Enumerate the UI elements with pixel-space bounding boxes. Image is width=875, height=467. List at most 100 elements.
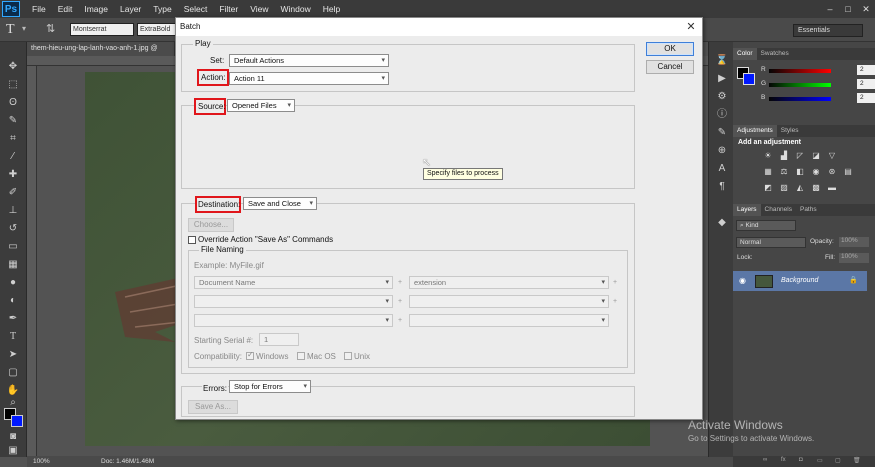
compat-unix-checkbox[interactable] [344,352,352,360]
lasso-tool-icon[interactable]: ʘ [6,96,20,109]
layer-filter-select[interactable]: ⌕ Kind [736,220,796,231]
tool-preset-chevron-icon[interactable]: ▾ [22,24,26,33]
document-tab[interactable]: them-hieu-ung-lap-lanh-vao-anh-1.jpg @ [27,42,175,56]
channel-mixer-icon[interactable]: ⊛ [827,167,837,176]
character-panel-icon[interactable]: A [715,162,729,175]
save-as-button[interactable]: Save As... [188,400,238,414]
marquee-tool-icon[interactable]: ⬚ [6,78,20,91]
layer-name[interactable]: Background [781,277,818,284]
set-select[interactable]: Default Actions ▾ [229,54,389,67]
tab-layers[interactable]: Layers [733,204,761,216]
minimize-icon[interactable]: – [821,4,839,14]
menu-edit[interactable]: Edit [52,4,79,14]
compat-windows-checkbox[interactable] [246,350,254,360]
threshold-icon[interactable]: ◭ [795,183,805,192]
file-name-select-5[interactable]: ▾ [194,314,393,327]
override-save-as-checkbox[interactable] [188,236,196,244]
crop-tool-icon[interactable]: ⌗ [6,132,20,145]
maximize-icon[interactable]: □ [839,4,857,14]
menu-help[interactable]: Help [317,4,346,14]
eye-icon[interactable]: ◉ [739,276,746,285]
fill-value[interactable]: 100% [839,253,869,263]
new-layer-icon[interactable]: ▢ [835,457,841,464]
tab-paths[interactable]: Paths [796,204,821,216]
font-style-select[interactable]: ExtraBold [137,23,177,36]
selective-color-icon[interactable]: ▩ [811,183,821,192]
eraser-tool-icon[interactable]: ▭ [6,240,20,253]
trash-icon[interactable]: 🗑 [853,457,861,464]
layer-style-icon[interactable]: fx [781,457,786,463]
actions-panel-icon[interactable]: ▶ [715,72,729,85]
quick-select-tool-icon[interactable]: ✎ [6,114,20,127]
cancel-button[interactable]: Cancel [646,60,694,74]
text-tool-icon[interactable]: T [6,330,20,343]
menu-layer[interactable]: Layer [114,4,147,14]
color-balance-icon[interactable]: ⚖ [779,167,789,176]
tab-styles[interactable]: Styles [777,125,803,137]
gradient-tool-icon[interactable]: ▦ [6,258,20,271]
stamp-tool-icon[interactable]: ⊥ [6,204,20,217]
menu-filter[interactable]: Filter [213,4,244,14]
quick-mask-icon[interactable]: ◙ [6,430,20,443]
shape-tool-icon[interactable]: ▢ [6,366,20,379]
close-window-icon[interactable]: ✕ [857,4,875,15]
file-name-select-4[interactable]: ▾ [409,295,609,308]
tab-channels[interactable]: Channels [761,204,796,216]
posterize-icon[interactable]: ▨ [779,183,789,192]
opacity-value[interactable]: 100% [839,237,869,247]
file-name-select-3[interactable]: ▾ [194,295,393,308]
blend-mode-select[interactable]: Normal [736,237,806,248]
menu-image[interactable]: Image [78,4,114,14]
red-bar[interactable] [769,69,831,73]
dodge-tool-icon[interactable]: ◐ [6,294,20,307]
menu-type[interactable]: Type [147,4,177,14]
history-panel-icon[interactable]: ⌛ [715,54,729,67]
background-color-swatch[interactable] [11,415,23,427]
menu-view[interactable]: View [244,4,274,14]
tab-swatches[interactable]: Swatches [757,48,793,60]
eyedropper-tool-icon[interactable]: ⁄ [6,150,20,163]
ok-button[interactable]: OK [646,42,694,56]
file-name-select-6[interactable]: ▾ [409,314,609,327]
color-lookup-icon[interactable]: ▤ [843,167,853,176]
move-tool-icon[interactable]: ✥ [6,60,20,73]
green-value[interactable]: 2 [857,79,875,89]
choose-button[interactable]: Choose... [188,218,234,232]
starting-serial-input[interactable]: 1 [259,333,299,346]
hue-saturation-icon[interactable]: ▦ [763,167,773,176]
action-select[interactable]: Action 11 ▾ [229,72,389,85]
brightness-icon[interactable]: ☀ [763,151,773,160]
zoom-level[interactable]: 100% [33,456,50,467]
dialog-close-icon[interactable]: ✕ [684,20,698,34]
errors-select[interactable]: Stop for Errors ▾ [229,380,311,393]
compat-mac-checkbox[interactable] [297,352,305,360]
add-mask-icon[interactable]: ◘ [799,457,803,463]
green-slider[interactable]: G 2 [761,79,875,90]
3d-panel-icon[interactable]: ◆ [715,216,729,229]
type-tool-icon[interactable]: T [6,22,15,38]
menu-window[interactable]: Window [274,4,316,14]
file-name-select-2[interactable]: extension ▾ [409,276,609,289]
blue-value[interactable]: 2 [857,93,875,103]
gradient-map-icon[interactable]: ▬ [827,183,837,192]
menu-select[interactable]: Select [178,4,214,14]
link-layers-icon[interactable]: ∞ [763,457,767,463]
exposure-icon[interactable]: ◪ [811,151,821,160]
paragraph-panel-icon[interactable]: ¶ [715,180,729,193]
font-family-select[interactable]: Montserrat [70,23,134,36]
photo-filter-icon[interactable]: ◉ [811,167,821,176]
info-panel-icon[interactable]: ⓘ [715,108,729,121]
vibrance-icon[interactable]: ▽ [827,151,837,160]
tab-adjustments[interactable]: Adjustments [733,125,777,137]
color-bg-swatch[interactable] [743,73,755,85]
workspace-select[interactable]: Essentials [793,24,863,37]
source-select[interactable]: Opened Files ▾ [227,99,295,112]
green-bar[interactable] [769,83,831,87]
path-select-tool-icon[interactable]: ➤ [6,348,20,361]
brush-panel-icon[interactable]: ✎ [715,126,729,139]
red-value[interactable]: 2 [857,65,875,75]
menu-file[interactable]: File [26,4,52,14]
blue-bar[interactable] [769,97,831,101]
file-name-select-1[interactable]: Document Name ▾ [194,276,393,289]
blur-tool-icon[interactable]: ● [6,276,20,289]
